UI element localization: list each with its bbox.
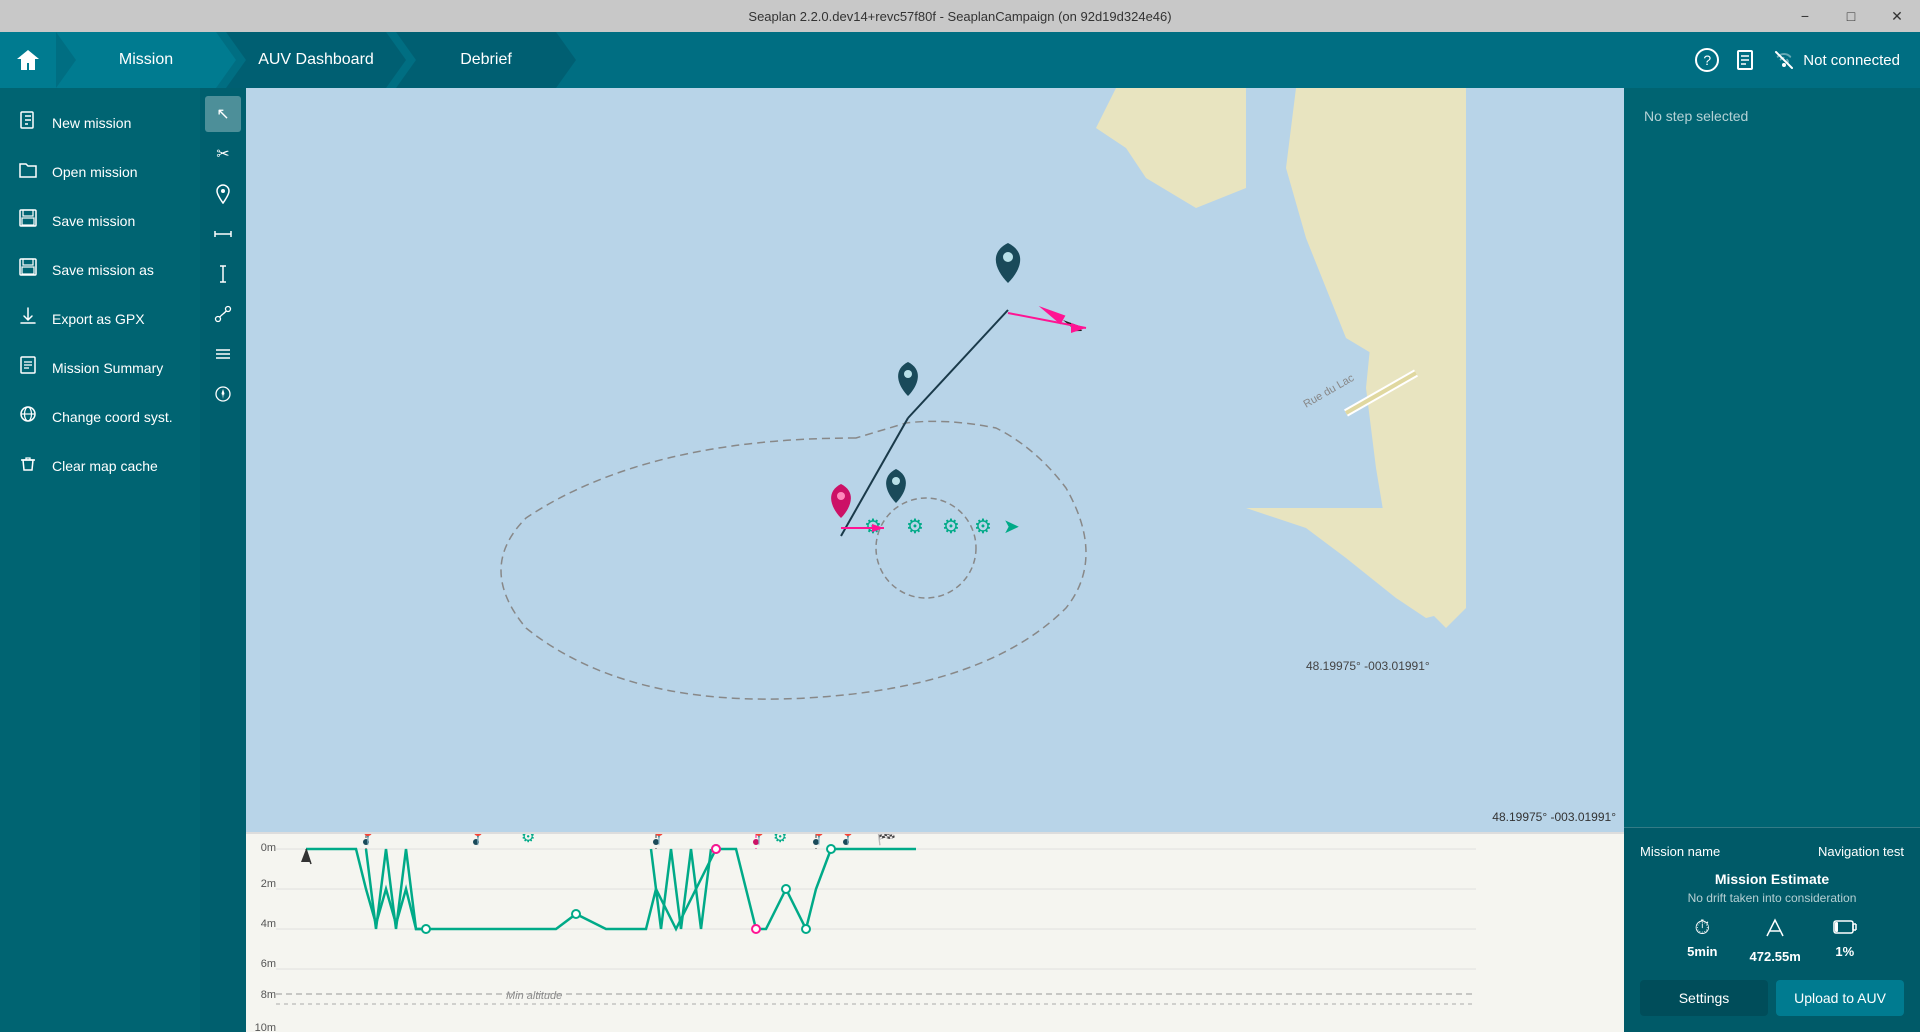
sidebar-item-save-mission[interactable]: Save mission [0, 196, 200, 245]
content-area: New mission Open mission [0, 88, 1920, 1032]
sidebar-item-new-mission[interactable]: New mission [0, 98, 200, 147]
map-toolbar: ↖ ✂ [200, 88, 246, 1032]
mission-profile: 0m 2m 4m 6m 8m 10m Min altitude [246, 832, 1624, 1032]
action-buttons: Settings Upload to AUV [1640, 980, 1904, 1016]
sidebar-item-mission-summary[interactable]: Mission Summary [0, 343, 200, 392]
sidebar-item-open-mission[interactable]: Open mission [0, 147, 200, 196]
mission-info: Mission name Navigation test Mission Est… [1624, 827, 1920, 1032]
depth-label-4: 4m [248, 918, 276, 930]
mission-estimate-subtitle: No drift taken into consideration [1640, 891, 1904, 905]
svg-text:📍: 📍 [809, 834, 829, 846]
titlebar-title: Seaplan 2.2.0.dev14+revc57f80f - Seaplan… [748, 9, 1171, 24]
map-view[interactable]: Rue du Lac [246, 88, 1624, 832]
nav-right: ? Not connected [1695, 48, 1920, 72]
svg-text:⚙: ⚙ [942, 516, 960, 538]
minimize-button[interactable]: − [1782, 0, 1828, 32]
tool-path[interactable] [205, 296, 241, 332]
save-mission-as-icon [16, 257, 40, 282]
svg-text:⚙: ⚙ [521, 834, 535, 846]
right-panel: No step selected Mission name Navigation… [1624, 88, 1920, 1032]
svg-text:⚙: ⚙ [906, 516, 924, 538]
tool-edit[interactable]: ✂ [205, 136, 241, 172]
svg-text:⚙: ⚙ [773, 834, 787, 846]
svg-text:⚙: ⚙ [974, 516, 992, 538]
estimate-row: ⏱ 5min 472.55m [1640, 917, 1904, 964]
close-button[interactable]: ✕ [1874, 0, 1920, 32]
depth-label-8: 8m [248, 989, 276, 1001]
mission-summary-icon [16, 355, 40, 380]
mission-name-label: Mission name [1640, 844, 1720, 859]
tab-mission[interactable]: Mission [56, 32, 236, 88]
settings-button[interactable]: Settings [1640, 980, 1768, 1016]
upload-button[interactable]: Upload to AUV [1776, 980, 1904, 1016]
depth-label-6: 6m [248, 958, 276, 970]
distance-icon [1764, 917, 1786, 945]
maximize-button[interactable]: □ [1828, 0, 1874, 32]
estimate-battery: 1% [1833, 917, 1857, 964]
open-mission-icon [16, 159, 40, 184]
step-info: No step selected [1624, 88, 1920, 827]
app: Mission AUV Dashboard Debrief ? [0, 32, 1920, 1032]
sidebar-item-change-coord[interactable]: Change coord syst. [0, 392, 200, 441]
tool-layers[interactable] [205, 336, 241, 372]
map-coordinates: 48.19975° -003.01991° [1492, 810, 1616, 824]
sidebar-item-clear-cache[interactable]: Clear map cache [0, 441, 200, 490]
depth-label-2: 2m [248, 878, 276, 890]
mission-name-value: Navigation test [1818, 844, 1904, 859]
tool-waypoint[interactable] [205, 176, 241, 212]
save-mission-icon [16, 208, 40, 233]
home-button[interactable] [0, 32, 56, 88]
svg-text:Rue du Lac: Rue du Lac [1302, 372, 1357, 411]
change-coord-icon [16, 404, 40, 429]
svg-text:📍: 📍 [468, 834, 488, 846]
distance-value: 472.55m [1750, 949, 1801, 964]
depth-label-0: 0m [248, 842, 276, 854]
tab-auv-dashboard[interactable]: AUV Dashboard [226, 32, 406, 88]
battery-icon [1833, 917, 1857, 940]
mission-estimate-title: Mission Estimate [1640, 871, 1904, 887]
tool-ruler[interactable] [205, 216, 241, 252]
sidebar-item-save-mission-as[interactable]: Save mission as [0, 245, 200, 294]
sidebar-item-export-gpx[interactable]: Export as GPX [0, 294, 200, 343]
connection-status: Not connected [1773, 49, 1900, 71]
svg-text:📍: 📍 [649, 834, 669, 846]
mission-name-row: Mission name Navigation test [1640, 844, 1904, 859]
svg-text:📍: 📍 [749, 834, 769, 846]
window-controls: − □ ✕ [1782, 0, 1920, 32]
help-button[interactable]: ? [1695, 48, 1719, 72]
svg-text:➤: ➤ [1003, 516, 1020, 538]
time-value: 5min [1687, 944, 1717, 959]
estimate-distance: 472.55m [1750, 917, 1801, 964]
time-icon: ⏱ [1695, 917, 1711, 940]
top-nav: Mission AUV Dashboard Debrief ? [0, 32, 1920, 88]
titlebar: Seaplan 2.2.0.dev14+revc57f80f - Seaplan… [0, 0, 1920, 32]
svg-text:📍: 📍 [838, 834, 858, 846]
map-svg: Rue du Lac [246, 88, 1624, 832]
docs-button[interactable] [1735, 49, 1757, 71]
tab-debrief[interactable]: Debrief [396, 32, 576, 88]
svg-text:🏁: 🏁 [876, 834, 896, 846]
profile-svg: 📍 📍 ⚙ 📍 📍 ⚙ 📍 📍 🏁 [276, 834, 1624, 1032]
svg-text:📍: 📍 [358, 834, 378, 846]
tool-measure[interactable] [205, 256, 241, 292]
tool-select[interactable]: ↖ [205, 96, 241, 132]
estimate-time: ⏱ 5min [1687, 917, 1717, 964]
sidebar: New mission Open mission [0, 88, 200, 1032]
map-profile-area: Rue du Lac [246, 88, 1624, 1032]
clear-cache-icon [16, 453, 40, 478]
svg-text:48.19975° -003.01991°: 48.19975° -003.01991° [1306, 659, 1430, 673]
tool-compass[interactable] [205, 376, 241, 412]
depth-label-10: 10m [248, 1022, 276, 1032]
no-step-label: No step selected [1644, 108, 1748, 124]
export-gpx-icon [16, 306, 40, 331]
new-mission-icon [16, 110, 40, 135]
battery-value: 1% [1835, 944, 1854, 959]
